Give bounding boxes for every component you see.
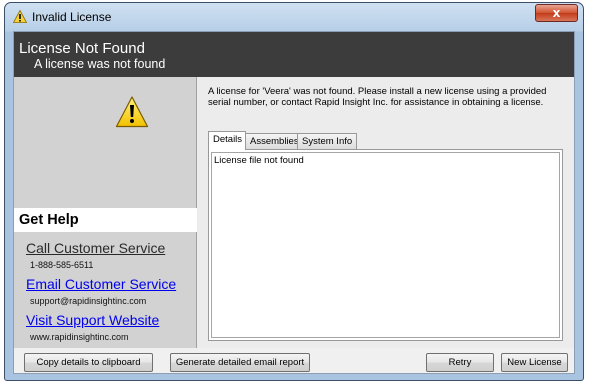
details-panel: A license for 'Veera' was not found. Ple… xyxy=(197,77,574,348)
phone-number: 1-888-585-6511 xyxy=(30,260,94,270)
email-customer-service-link[interactable]: Email Customer Service xyxy=(26,276,176,292)
button-bar: Copy details to clipboard Generate detai… xyxy=(14,348,574,373)
dialog-client: License Not Found A license was not foun… xyxy=(13,31,575,374)
support-email: support@rapidinsightinc.com xyxy=(30,296,147,306)
email-report-button[interactable]: Generate detailed email report xyxy=(170,353,310,372)
call-customer-service-link[interactable]: Call Customer Service xyxy=(26,240,165,256)
dialog-window: Invalid License x License Not Found A li… xyxy=(4,2,584,381)
header-title: License Not Found xyxy=(19,40,145,57)
tab-details[interactable]: Details xyxy=(208,131,246,150)
tab-assemblies[interactable]: Assemblies xyxy=(245,133,299,149)
header-subtitle: A license was not found xyxy=(34,57,166,71)
warning-icon xyxy=(13,10,27,23)
details-textbox[interactable]: License file not found xyxy=(211,152,560,338)
license-message: A license for 'Veera' was not found. Ple… xyxy=(208,86,547,108)
new-license-button[interactable]: New License xyxy=(501,353,568,372)
header-banner: License Not Found A license was not foun… xyxy=(14,32,574,77)
help-panel: Get Help Call Customer Service 1-888-585… xyxy=(14,77,197,348)
title-bar[interactable]: Invalid License x xyxy=(5,3,583,31)
visit-support-website-link[interactable]: Visit Support Website xyxy=(26,312,159,328)
warning-icon xyxy=(115,96,149,128)
tab-panel: License file not found xyxy=(208,149,563,341)
main-area: Get Help Call Customer Service 1-888-585… xyxy=(14,77,574,348)
get-help-heading: Get Help xyxy=(14,208,197,232)
window-title: Invalid License xyxy=(32,10,112,24)
copy-details-button[interactable]: Copy details to clipboard xyxy=(24,353,153,372)
support-website: www.rapidinsightinc.com xyxy=(30,332,129,342)
get-help-label: Get Help xyxy=(19,212,79,228)
tab-system-info[interactable]: System Info xyxy=(297,133,357,149)
retry-button[interactable]: Retry xyxy=(426,353,494,372)
close-button[interactable]: x xyxy=(535,4,578,22)
